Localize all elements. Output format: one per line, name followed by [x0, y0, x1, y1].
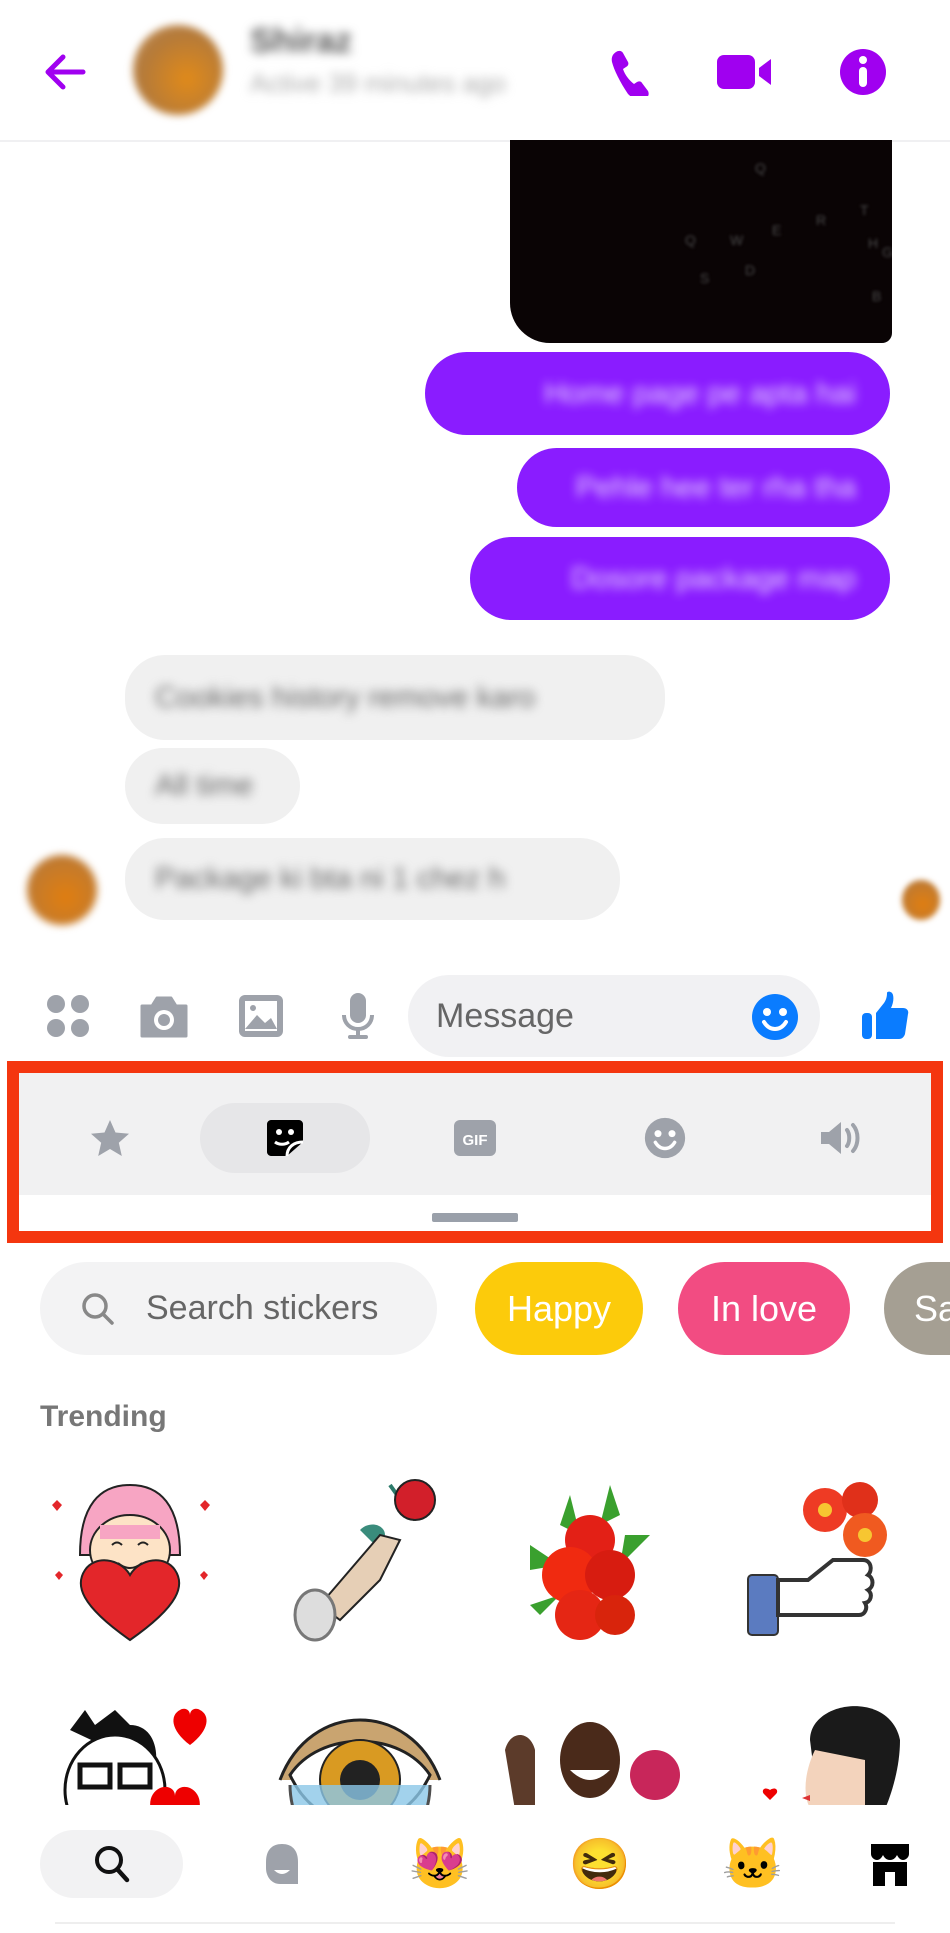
store-icon	[871, 1844, 909, 1886]
sticker-red-roses-bouquet[interactable]	[495, 1460, 685, 1650]
annotation-highlight-box	[7, 1061, 943, 1243]
message-text: Pehle hee ter rha tha	[575, 470, 856, 504]
tray-pack-pusheen[interactable]: 🐱	[718, 1830, 788, 1898]
thumbs-up-icon	[862, 991, 909, 1039]
message-text: Package ki bta ni 1 chez h	[155, 862, 506, 895]
message-text: Cookies history remove karo	[155, 680, 536, 714]
contact-status: Active 39 minutes ago	[250, 68, 506, 98]
divider	[55, 1922, 895, 1924]
read-receipt-avatar	[902, 880, 940, 920]
message-text: Dosore package map	[570, 561, 856, 595]
keyboard-key: S	[700, 270, 710, 286]
thumbs-flowers-sticker-art	[747, 1482, 887, 1636]
sticker-man-glasses-hearts[interactable]	[35, 1690, 225, 1805]
keyboard-key: D	[745, 262, 756, 278]
man-waving-sticker-art	[505, 1722, 680, 1805]
phone-icon	[611, 50, 649, 96]
incoming-message[interactable]: Cookies history remove karo	[125, 655, 665, 740]
sticker-man-waving-roses[interactable]	[495, 1690, 685, 1805]
sticker-woman-blowing-kiss[interactable]	[725, 1690, 915, 1805]
tray-pack-laughing-face[interactable]: 😆	[565, 1830, 635, 1898]
info-button[interactable]	[833, 42, 893, 102]
incoming-message[interactable]: All time	[125, 748, 300, 824]
video-call-button[interactable]	[710, 42, 780, 102]
arrow-left-icon	[45, 54, 86, 90]
outgoing-message[interactable]: Dosore package map	[470, 537, 890, 620]
sticker-store-button[interactable]	[860, 1830, 920, 1898]
woman-kiss-sticker-art	[762, 1706, 900, 1805]
message-text: Home page pe apta hai	[544, 376, 856, 410]
keyboard-key: G	[882, 244, 892, 260]
video-camera-icon	[717, 55, 771, 89]
sticker-search-field[interactable]	[40, 1262, 437, 1355]
girl-heart-sticker-art	[52, 1483, 210, 1642]
contact-avatar[interactable]	[133, 25, 223, 115]
sender-avatar[interactable]	[27, 855, 97, 925]
sticker-search-input[interactable]	[144, 1288, 428, 1329]
recent-face-icon	[266, 1844, 298, 1884]
emoji-button[interactable]	[748, 990, 802, 1044]
like-button[interactable]	[855, 985, 915, 1045]
tray-search-button[interactable]	[40, 1830, 183, 1898]
man-hearts-sticker-art	[63, 1708, 207, 1805]
contact-name[interactable]: Shiraz	[250, 22, 352, 61]
smiley-icon	[752, 994, 798, 1040]
outgoing-message[interactable]: Home page pe apta hai	[425, 352, 890, 435]
keyboard-key: B	[872, 288, 882, 304]
voice-call-button[interactable]	[600, 42, 660, 102]
sticker-crying-eye[interactable]	[265, 1690, 455, 1805]
tray-pack-cat-heart[interactable]: 😻	[405, 1830, 475, 1898]
keyboard-key: T	[860, 202, 869, 218]
hand-rose-sticker-art	[293, 1479, 436, 1642]
image-icon	[238, 994, 283, 1037]
sticker-thumbs-up-flowers[interactable]	[725, 1460, 915, 1650]
info-icon	[840, 49, 886, 95]
chip-sad[interactable]: Sa	[884, 1262, 950, 1355]
chip-happy[interactable]: Happy	[475, 1262, 643, 1355]
search-icon	[82, 1292, 114, 1325]
conversation-header: Shiraz Active 39 minutes ago	[0, 0, 950, 142]
keyboard-key: W	[730, 232, 744, 248]
incoming-message[interactable]: Package ki bta ni 1 chez h	[125, 838, 620, 920]
image-message[interactable]: Q Q W E R T Y G H B S D	[510, 140, 892, 343]
search-icon	[94, 1846, 129, 1883]
message-text: All time	[155, 769, 254, 802]
sticker-hand-holding-rose[interactable]	[265, 1460, 455, 1650]
chip-in-love[interactable]: In love	[678, 1262, 850, 1355]
keyboard-key: E	[772, 222, 782, 238]
gallery-button[interactable]	[233, 988, 288, 1043]
camera-button[interactable]	[136, 988, 191, 1043]
eye-sticker-art	[278, 1718, 442, 1805]
tray-recent-button[interactable]	[250, 1830, 310, 1898]
microphone-icon	[341, 992, 374, 1039]
roses-sticker-art	[530, 1485, 650, 1640]
keyboard-key: Q	[755, 160, 766, 176]
more-actions-button[interactable]	[40, 988, 95, 1043]
keyboard-key: Q	[685, 232, 696, 248]
section-title-trending: Trending	[40, 1400, 167, 1433]
keyboard-key: H	[868, 235, 879, 251]
sticker-girl-holding-heart[interactable]	[35, 1460, 225, 1650]
keyboard-key: R	[816, 212, 827, 228]
outgoing-message[interactable]: Pehle hee ter rha tha	[517, 448, 890, 527]
four-dots-icon	[46, 994, 89, 1037]
voice-message-button[interactable]	[330, 988, 385, 1043]
camera-icon	[140, 996, 187, 1037]
back-button[interactable]	[35, 42, 95, 102]
